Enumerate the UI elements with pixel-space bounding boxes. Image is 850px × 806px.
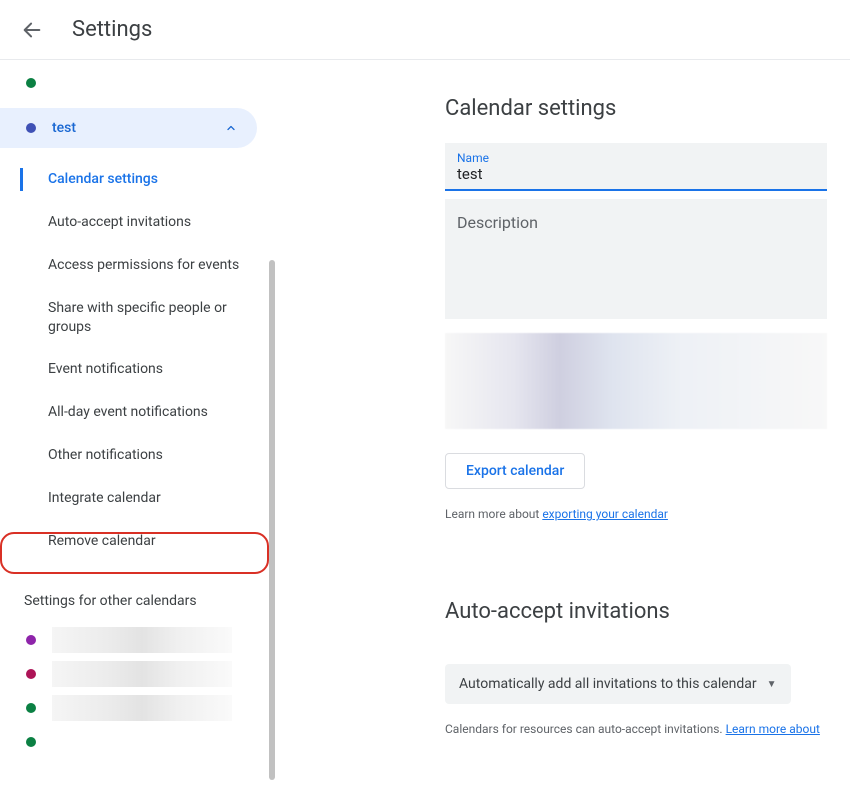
calendar-dot-icon [26, 123, 36, 133]
redacted-label [52, 695, 232, 721]
description-field-label: Description [457, 213, 815, 232]
page-title: Settings [72, 17, 152, 42]
chevron-up-icon [225, 119, 237, 138]
name-input[interactable]: Name test [445, 143, 827, 191]
export-calendar-button[interactable]: Export calendar [445, 453, 585, 489]
other-calendars-heading: Settings for other calendars [0, 563, 275, 623]
name-field-value: test [457, 165, 815, 183]
selected-calendar-row[interactable]: test [0, 108, 257, 148]
redacted-block [445, 333, 827, 429]
calendar-dot-icon [26, 78, 36, 88]
redacted-label [52, 627, 232, 653]
description-input[interactable]: Description [445, 199, 827, 319]
calendar-color-row [0, 72, 275, 94]
sidebar-item-event-notifications[interactable]: Event notifications [48, 348, 275, 391]
other-calendar-row[interactable] [0, 657, 275, 691]
sidebar-item-integrate-calendar[interactable]: Integrate calendar [48, 477, 275, 520]
other-calendar-row[interactable] [0, 623, 275, 657]
caret-down-icon: ▼ [767, 679, 777, 690]
name-field-label: Name [457, 151, 815, 165]
help-prefix: Calendars for resources can auto-accept … [445, 722, 726, 736]
auto-accept-help-text: Calendars for resources can auto-accept … [445, 722, 850, 736]
calendar-dot-icon [26, 703, 36, 713]
sidebar-item-remove-calendar[interactable]: Remove calendar [48, 520, 275, 563]
page-header: Settings [0, 0, 850, 60]
sidebar-item-auto-accept[interactable]: Auto-accept invitations [48, 201, 275, 244]
sidebar-item-allday-notifications[interactable]: All-day event notifications [48, 391, 275, 434]
learn-more-link[interactable]: Learn more about [726, 722, 820, 736]
back-arrow-icon[interactable] [20, 18, 44, 42]
sidebar-item-calendar-settings[interactable]: Calendar settings [48, 158, 275, 201]
export-help-text: Learn more about exporting your calendar [445, 507, 850, 521]
help-prefix: Learn more about [445, 507, 542, 521]
sidebar: test Calendar settings Auto-accept invit… [0, 60, 275, 806]
calendar-dot-icon [26, 669, 36, 679]
auto-accept-dropdown[interactable]: Automatically add all invitations to thi… [445, 664, 791, 704]
other-calendar-row[interactable] [0, 725, 275, 759]
calendar-dot-icon [26, 635, 36, 645]
redacted-label [52, 661, 232, 687]
sidebar-sub-list: Calendar settings Auto-accept invitation… [0, 158, 275, 563]
sidebar-item-share[interactable]: Share with specific people or groups [48, 287, 275, 349]
dropdown-value: Automatically add all invitations to thi… [459, 676, 757, 692]
section-title-auto-accept: Auto-accept invitations [445, 599, 850, 624]
main-content: Calendar settings Name test Description … [275, 60, 850, 806]
exporting-calendar-link[interactable]: exporting your calendar [542, 507, 668, 521]
calendar-dot-icon [26, 737, 36, 747]
section-title-calendar-settings: Calendar settings [445, 96, 850, 121]
selected-calendar-label: test [52, 120, 225, 136]
sidebar-item-access-permissions[interactable]: Access permissions for events [48, 244, 275, 287]
other-calendar-row[interactable] [0, 691, 275, 725]
scrollbar[interactable] [269, 260, 275, 780]
sidebar-item-other-notifications[interactable]: Other notifications [48, 434, 275, 477]
